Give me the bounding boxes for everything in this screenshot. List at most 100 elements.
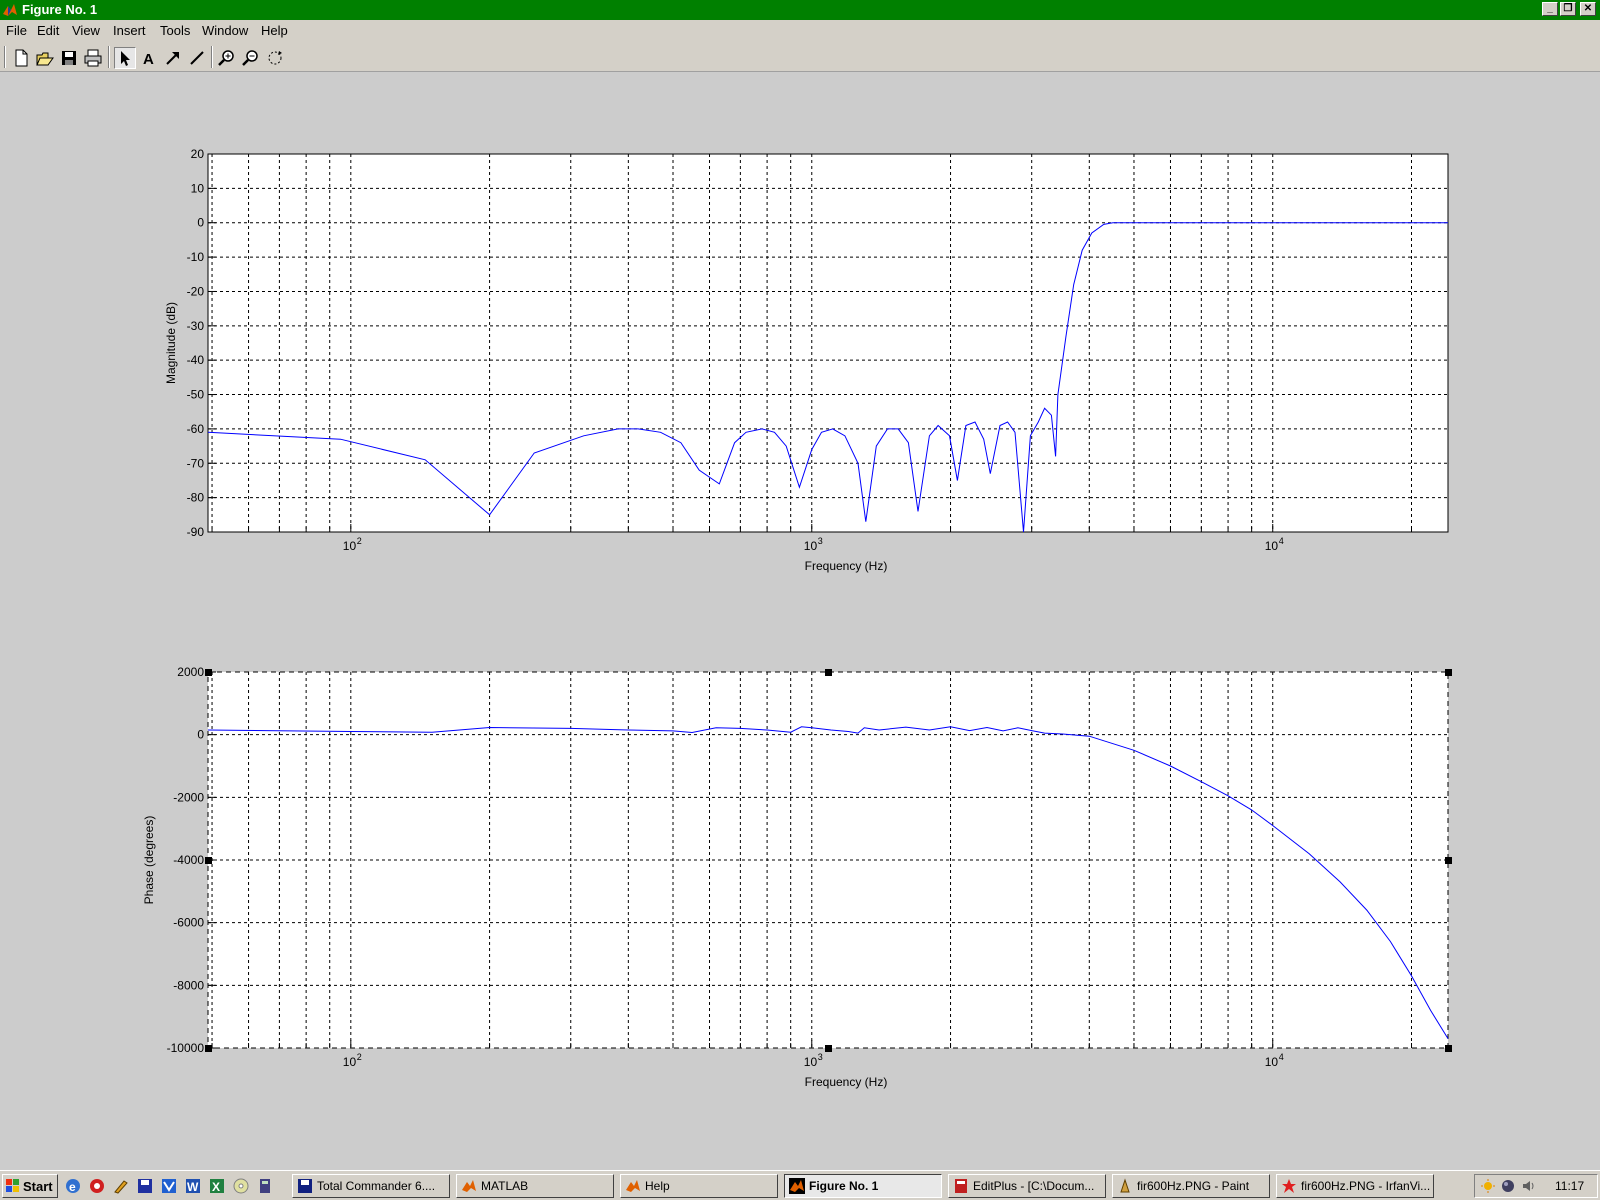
- open-icon[interactable]: [34, 47, 56, 69]
- media-icon[interactable]: [88, 1177, 106, 1195]
- y-tick-label: -2000: [173, 790, 204, 804]
- selection-handle: [825, 669, 832, 676]
- line-icon[interactable]: [186, 47, 208, 69]
- task-total-commander[interactable]: Total Commander 6....: [292, 1174, 450, 1198]
- task-figure[interactable]: Figure No. 1: [784, 1174, 942, 1198]
- calc-icon[interactable]: [256, 1177, 274, 1195]
- x-tick-exponent: 4: [1279, 1052, 1284, 1062]
- x-tick-label: 10: [1265, 539, 1279, 553]
- tools-icon[interactable]: [112, 1177, 130, 1195]
- print-icon[interactable]: [82, 47, 104, 69]
- y-tick-label: 0: [197, 728, 204, 742]
- disk-icon: [298, 1179, 312, 1193]
- figure-toolbar: A: [0, 42, 1600, 72]
- menu-help[interactable]: Help: [261, 23, 288, 39]
- y-tick-label: 2000: [177, 665, 204, 679]
- magnitude-axes: 20100-10-20-30-40-50-60-70-80-9010 2 10 3 10…: [164, 147, 1449, 573]
- x-axis-label: Frequency (Hz): [805, 1075, 888, 1089]
- toolbar-separator: [108, 46, 110, 68]
- ball-icon[interactable]: [1501, 1179, 1515, 1193]
- selection-handle: [1445, 669, 1452, 676]
- y-axis-label: Magnitude (dB): [164, 302, 178, 384]
- select-arrow-icon: [121, 51, 130, 66]
- y-tick-label: -60: [187, 422, 205, 436]
- y-tick-label: -4000: [173, 853, 204, 867]
- new-icon[interactable]: [10, 47, 32, 69]
- toolbar-separator: [211, 46, 213, 68]
- task-irfanview[interactable]: fir600Hz.PNG - IrfanVi...: [1276, 1174, 1434, 1198]
- sun-icon[interactable]: [1481, 1179, 1495, 1193]
- window-title-bar[interactable]: Figure No. 1 _ ❐ ✕: [0, 0, 1600, 20]
- axes-background: [208, 154, 1448, 532]
- rotate-icon[interactable]: [264, 47, 286, 69]
- y-tick-label: -10: [187, 250, 205, 264]
- minimize-button[interactable]: _: [1542, 2, 1558, 16]
- system-tray: 11:17: [1474, 1174, 1598, 1198]
- task-editplus[interactable]: EditPlus - [C:\Docum...: [948, 1174, 1106, 1198]
- irfanview-icon: [1282, 1179, 1296, 1193]
- save-icon[interactable]: [58, 47, 80, 69]
- x-tick-label: 10: [1265, 1055, 1279, 1069]
- x-tick-exponent: 2: [357, 1052, 362, 1062]
- task-paint[interactable]: fir600Hz.PNG - Paint: [1112, 1174, 1270, 1198]
- vs-icon[interactable]: [160, 1177, 178, 1195]
- save-icon[interactable]: [136, 1177, 154, 1195]
- task-label: fir600Hz.PNG - Paint: [1137, 1179, 1250, 1193]
- menu-tools[interactable]: Tools: [160, 23, 190, 39]
- menu-edit[interactable]: Edit: [37, 23, 59, 39]
- y-tick-label: -6000: [173, 916, 204, 930]
- svg-text:X: X: [212, 1180, 220, 1194]
- x-tick-exponent: 3: [818, 536, 823, 546]
- paint-icon: [1120, 1178, 1130, 1193]
- selection-handle: [1445, 857, 1452, 864]
- y-axis-label: Phase (degrees): [142, 816, 156, 905]
- svg-text:W: W: [187, 1180, 199, 1194]
- x-tick-label: 10: [343, 1055, 357, 1069]
- task-label: fir600Hz.PNG - IrfanVi...: [1301, 1179, 1431, 1193]
- select-tool-button[interactable]: [114, 47, 136, 69]
- clock: 11:17: [1555, 1179, 1585, 1193]
- menu-view[interactable]: View: [72, 23, 100, 39]
- svg-text:A: A: [143, 51, 154, 68]
- word-icon[interactable]: W: [184, 1177, 202, 1195]
- toolbar-grip: [4, 46, 6, 68]
- x-tick-exponent: 2: [357, 536, 362, 546]
- y-tick-label: -10000: [167, 1041, 205, 1055]
- windows-logo-icon: [6, 1179, 19, 1192]
- start-label: Start: [23, 1179, 53, 1194]
- menu-window[interactable]: Window: [202, 23, 248, 39]
- matlab-icon: [626, 1180, 640, 1192]
- selection-handle: [1445, 1045, 1452, 1052]
- text-icon[interactable]: A: [138, 47, 160, 69]
- x-axis-label: Frequency (Hz): [805, 559, 888, 573]
- close-button[interactable]: ✕: [1580, 2, 1596, 16]
- plot-area-svg: 20100-10-20-30-40-50-60-70-80-9010 2 10 3 10…: [142, 147, 1452, 1089]
- phase-axes: 20000-2000-4000-6000-8000-1000010 2 10 3 10 4…: [142, 665, 1452, 1089]
- arrow-icon[interactable]: [162, 47, 184, 69]
- selection-handle: [205, 857, 212, 864]
- y-tick-label: -8000: [173, 978, 204, 992]
- x-tick-label: 10: [804, 1055, 818, 1069]
- menu-insert[interactable]: Insert: [113, 23, 146, 39]
- ie-icon[interactable]: e: [64, 1177, 82, 1195]
- restore-button[interactable]: ❐: [1560, 2, 1576, 16]
- y-tick-label: -90: [187, 525, 205, 539]
- y-tick-label: -30: [187, 319, 205, 333]
- task-help[interactable]: Help: [620, 1174, 778, 1198]
- cd-icon[interactable]: [232, 1177, 250, 1195]
- task-label: MATLAB: [481, 1179, 529, 1193]
- x-tick-label: 10: [343, 539, 357, 553]
- menu-file[interactable]: File: [6, 23, 27, 39]
- y-tick-label: -80: [187, 491, 205, 505]
- excel-icon[interactable]: X: [208, 1177, 226, 1195]
- start-button[interactable]: Start: [2, 1174, 58, 1198]
- window-title: Figure No. 1: [22, 2, 98, 17]
- figure-canvas[interactable]: 20 10 0 -10 -20 -30 -40 -50 -60 -70 -80 -90 10 2 10 3 10…: [0, 72, 1600, 1170]
- selection-handle: [205, 1045, 212, 1052]
- volume-icon[interactable]: [1521, 1179, 1535, 1193]
- taskbar: Start e W X Total Commander 6.... MATLAB…: [0, 1170, 1600, 1200]
- zoom-in-icon[interactable]: [216, 47, 238, 69]
- menu-bar: File Edit View Insert Tools Window Help: [0, 20, 1600, 42]
- zoom-out-icon[interactable]: [240, 47, 262, 69]
- task-matlab[interactable]: MATLAB: [456, 1174, 614, 1198]
